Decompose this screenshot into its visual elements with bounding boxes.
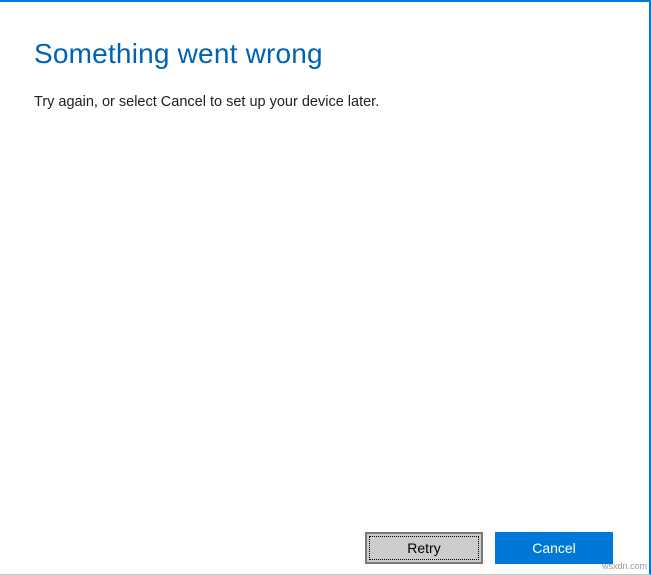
dialog-title: Something went wrong bbox=[34, 38, 615, 70]
cancel-button[interactable]: Cancel bbox=[495, 532, 613, 564]
watermark-text: wsxdn.com bbox=[602, 561, 647, 571]
dialog-message: Try again, or select Cancel to set up yo… bbox=[34, 92, 615, 112]
retry-button[interactable]: Retry bbox=[365, 532, 483, 564]
error-dialog: Something went wrong Try again, or selec… bbox=[0, 0, 651, 575]
dialog-button-row: Retry Cancel bbox=[365, 532, 613, 564]
